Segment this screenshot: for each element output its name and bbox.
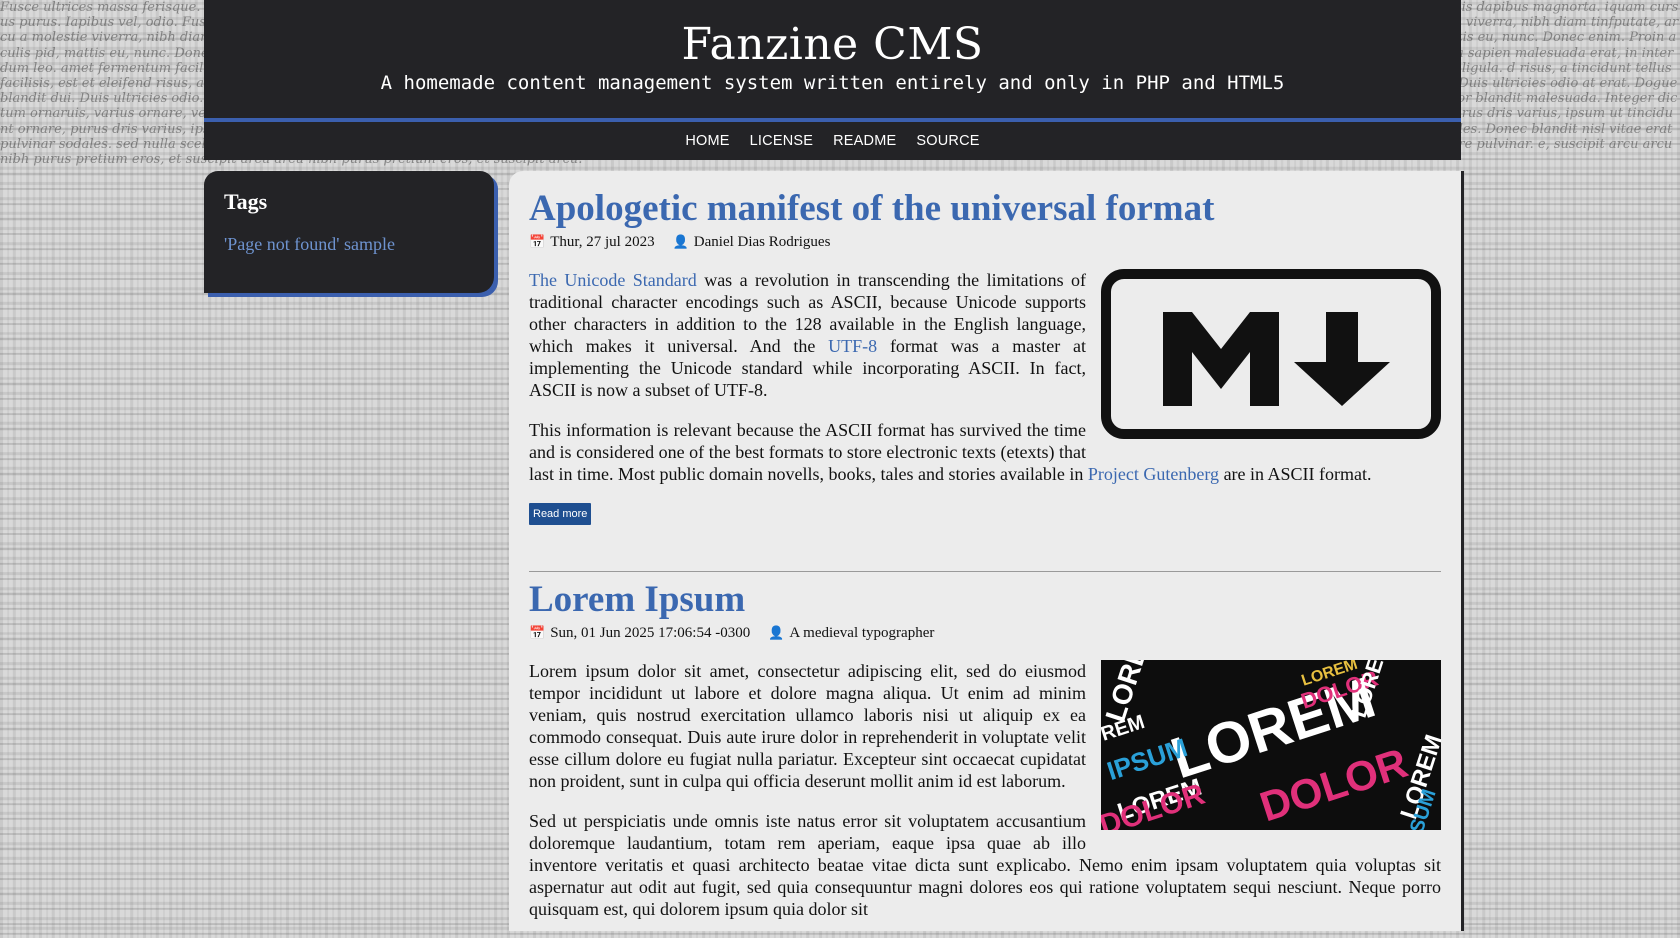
post-title[interactable]: Lorem Ipsum: [529, 579, 1441, 621]
post-apologetic-manifest: Apologetic manifest of the universal for…: [529, 188, 1441, 525]
content-area: Apologetic manifest of the universal for…: [509, 171, 1461, 931]
user-icon: 👤: [768, 625, 785, 640]
site-tagline: A homemade content management system wri…: [380, 72, 1285, 94]
post-body: The Unicode Standard was a revolution in…: [529, 269, 1441, 485]
nav-item-readme[interactable]: README: [823, 133, 906, 149]
post-date: Thur, 27 jul 2023: [550, 233, 655, 250]
user-icon: 👤: [672, 234, 689, 249]
nav-item-license[interactable]: LICENSE: [740, 133, 823, 149]
nav-item-home[interactable]: HOME: [675, 133, 739, 149]
site-title[interactable]: Fanzine CMS: [204, 20, 1461, 70]
post-author: A medieval typographer: [789, 624, 935, 641]
post-meta: 📅 Sun, 01 Jun 2025 17:06:54 -0300 👤 A me…: [529, 623, 1441, 643]
tags-heading: Tags: [224, 189, 268, 214]
site-container: Fanzine CMS A homemade content managemen…: [204, 0, 1461, 931]
read-more-button[interactable]: Read more: [529, 503, 592, 525]
unicode-standard-link[interactable]: The Unicode Standard: [529, 270, 697, 290]
main-nav: HOME LICENSE README SOURCE: [204, 122, 1461, 160]
post-title[interactable]: Apologetic manifest of the universal for…: [529, 188, 1441, 230]
post-author: Daniel Dias Rodrigues: [693, 233, 831, 250]
post-date: Sun, 01 Jun 2025 17:06:54 -0300: [550, 624, 751, 641]
paragraph-text: are in ASCII format.: [1219, 464, 1372, 484]
tags-sidebar: Tags 'Page not found' sample: [204, 171, 494, 293]
markdown-logo-icon: [1101, 269, 1441, 439]
post-lorem-ipsum: Lorem Ipsum 📅 Sun, 01 Jun 2025 17:06:54 …: [529, 579, 1441, 938]
post-meta: 📅 Thur, 27 jul 2023 👤 Daniel Dias Rodrig…: [529, 232, 1441, 252]
tag-link-page-not-found[interactable]: 'Page not found' sample: [224, 234, 395, 255]
calendar-icon: 📅: [529, 625, 546, 640]
project-gutenberg-link[interactable]: Project Gutenberg: [1088, 464, 1219, 484]
nav-item-source[interactable]: SOURCE: [906, 133, 989, 149]
calendar-icon: 📅: [529, 234, 546, 249]
post-divider: [529, 571, 1441, 572]
post-body: LOREM DOLOR IPSUM LOREM LOREM DOLOR LORE…: [529, 660, 1441, 920]
utf8-link[interactable]: UTF-8: [828, 336, 877, 356]
site-header: Fanzine CMS A homemade content managemen…: [204, 0, 1461, 118]
paragraph-text: This information is relevant because the…: [529, 420, 1088, 484]
lorem-ipsum-typography-image: LOREM DOLOR IPSUM LOREM LOREM DOLOR LORE…: [1101, 660, 1441, 830]
